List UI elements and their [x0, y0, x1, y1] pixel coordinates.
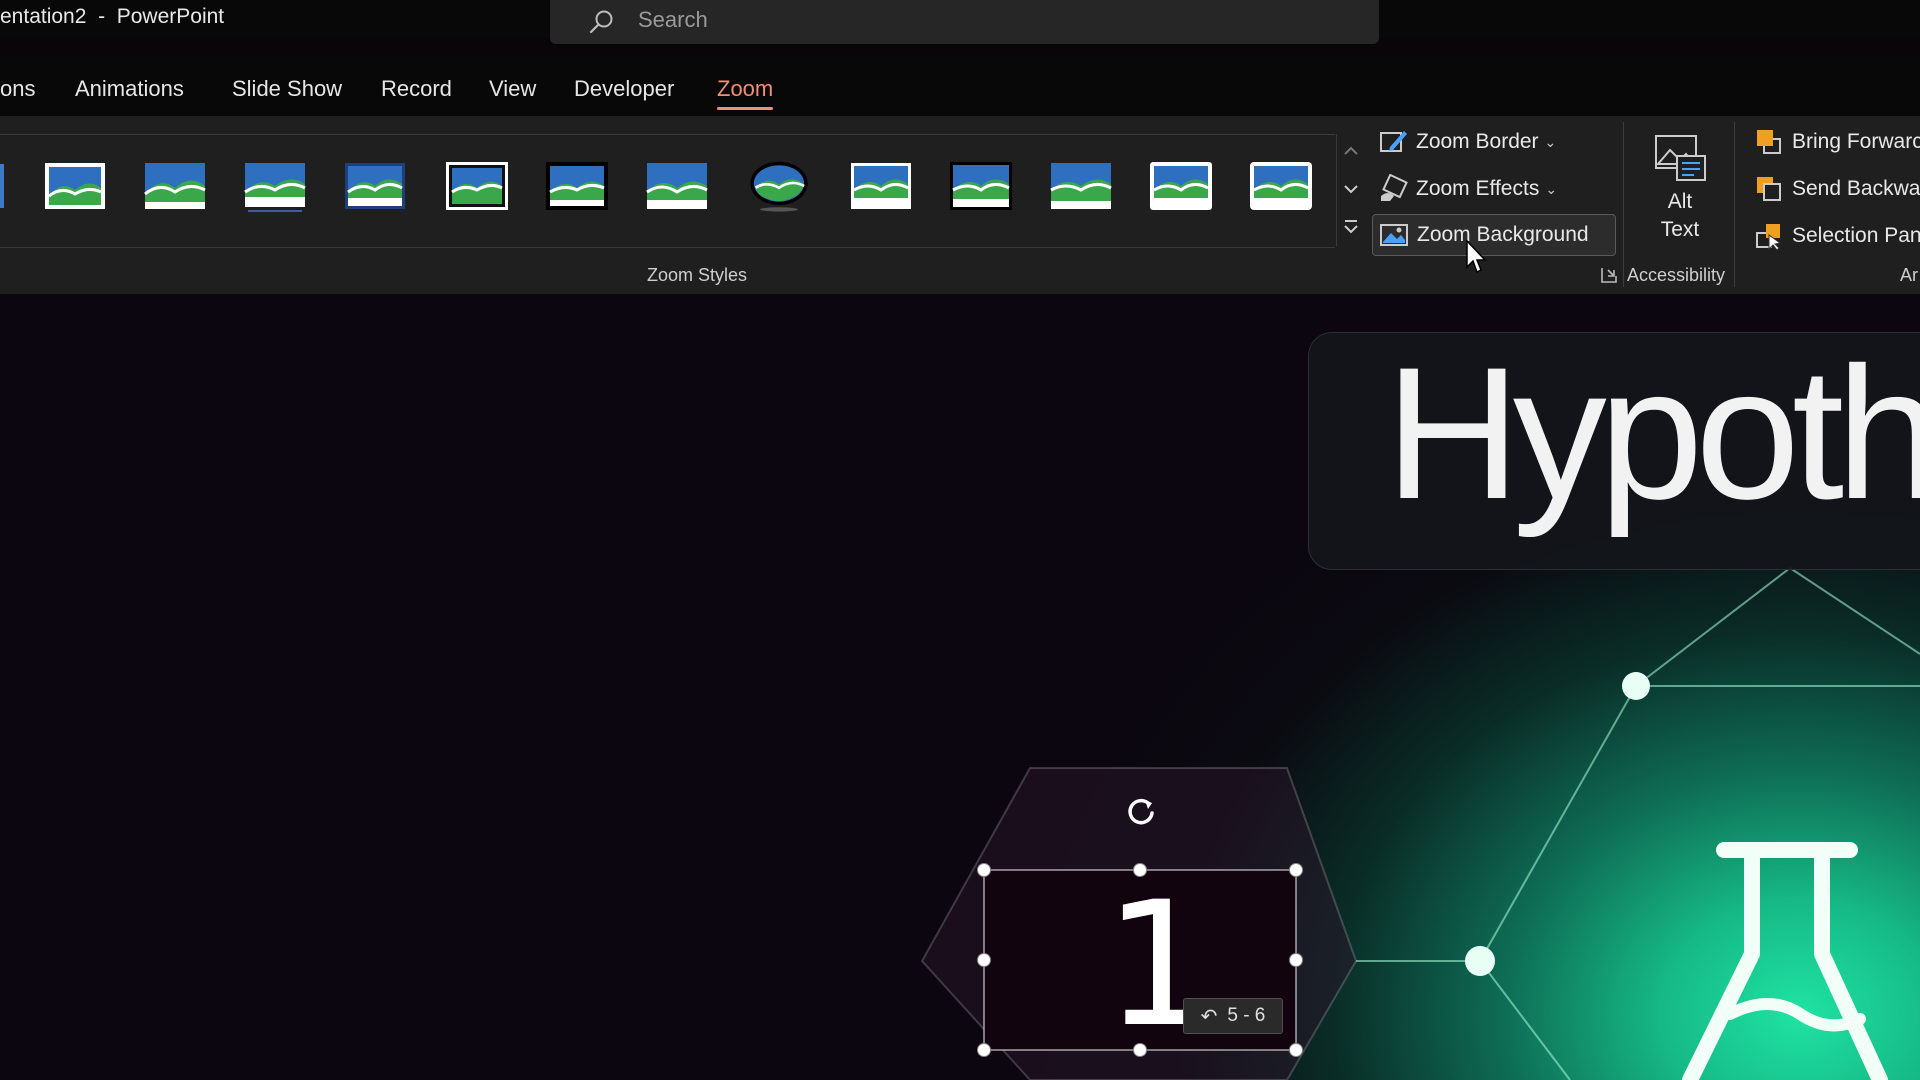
resize-handle-right[interactable]	[1289, 953, 1303, 967]
zoom-background-label: Zoom Background	[1417, 223, 1589, 246]
zoom-style-thumb[interactable]	[242, 160, 308, 212]
alt-text-label-line2: Text	[1660, 218, 1700, 241]
zoom-style-thumb[interactable]	[1048, 160, 1114, 212]
bring-forward-icon	[1757, 130, 1781, 154]
search-placeholder: Search	[638, 7, 708, 32]
active-tab-indicator	[717, 107, 774, 110]
zoom-effects-button[interactable]: Zoom Effects ⌄	[1378, 169, 1557, 209]
tab-animations[interactable]: Animations	[75, 76, 184, 102]
slide-canvas: Hypoth 1 ↶ 5 - 6	[0, 294, 1920, 1080]
tab-zoom-label: Zoom	[717, 76, 774, 101]
group-separator	[1734, 122, 1735, 287]
zoom-style-thumb[interactable]	[848, 160, 914, 212]
resize-handle-bottom[interactable]	[1133, 1043, 1147, 1057]
chevron-down-icon	[1344, 185, 1358, 194]
tab-record[interactable]: Record	[381, 76, 452, 102]
zoom-range-label: 5 - 6	[1227, 1005, 1266, 1026]
powerpoint-window: entation2 - PowerPoint Search ons Animat…	[0, 0, 1920, 1080]
tab-developer[interactable]: Developer	[574, 76, 674, 102]
zoom-style-thumb[interactable]	[42, 160, 108, 212]
return-arrow-icon: ↶	[1200, 1005, 1218, 1028]
search-icon	[589, 10, 613, 34]
zoom-effects-icon	[1381, 174, 1408, 201]
alt-text-icon	[1655, 135, 1706, 181]
alt-text-label-line1: Alt	[1667, 190, 1693, 213]
selection-pane-label: Selection Pane	[1792, 224, 1920, 247]
chevron-down-icon: ⌄	[1545, 180, 1558, 197]
zoom-style-thumb[interactable]	[948, 160, 1014, 212]
resize-handle-top-left[interactable]	[977, 863, 991, 877]
more-icon	[1344, 220, 1358, 234]
zoom-border-button[interactable]: Zoom Border ⌄	[1378, 122, 1556, 162]
network-lines	[1356, 566, 1920, 1080]
gallery-scroll-down[interactable]	[1337, 172, 1365, 206]
search-box[interactable]: Search	[550, 0, 1379, 44]
tab-view[interactable]: View	[489, 76, 536, 102]
selection-pane-icon	[1756, 224, 1782, 251]
zoom-style-thumb[interactable]	[142, 160, 208, 212]
resize-handle-top-right[interactable]	[1289, 863, 1303, 877]
zoom-style-thumb[interactable]	[0, 160, 6, 212]
send-backward-label: Send Backwar	[1792, 177, 1920, 200]
title-bar: entation2 - PowerPoint Search	[0, 0, 1920, 44]
zoom-style-thumb[interactable]	[544, 160, 610, 212]
ribbon: Zoom Styles Zoom Border ⌄ Zoom Effects ⌄	[0, 116, 1920, 295]
resize-handle-left[interactable]	[977, 953, 991, 967]
send-backward-icon	[1757, 177, 1781, 201]
title-placeholder[interactable]: Hypoth	[1308, 332, 1920, 570]
zoom-style-thumb[interactable]	[444, 160, 510, 212]
zoom-style-thumb[interactable]	[1248, 160, 1314, 212]
zoom-border-label: Zoom Border	[1416, 130, 1539, 153]
zoom-style-thumb[interactable]	[744, 160, 814, 212]
bring-forward-label: Bring Forwarc	[1792, 130, 1920, 153]
zoom-style-thumb[interactable]	[342, 160, 408, 212]
rotate-handle-icon[interactable]	[1124, 794, 1158, 828]
network-node	[1622, 672, 1650, 700]
dialog-launcher-icon[interactable]	[1600, 266, 1618, 284]
zoom-effects-label: Zoom Effects	[1416, 177, 1540, 200]
zoom-border-icon	[1380, 131, 1407, 152]
resize-handle-top[interactable]	[1133, 863, 1147, 877]
zoom-style-thumb[interactable]	[1148, 160, 1214, 212]
tab-zoom[interactable]: Zoom	[717, 76, 774, 110]
zoom-background-button[interactable]: Zoom Background	[1372, 214, 1616, 256]
slide-title: Hypoth	[1385, 328, 1920, 538]
zoom-background-icon	[1380, 224, 1408, 246]
gallery-more-button[interactable]	[1337, 210, 1365, 244]
window-title: entation2 - PowerPoint	[0, 5, 225, 28]
zoom-styles-group-label: Zoom Styles	[647, 265, 748, 285]
chevron-down-icon: ⌄	[1544, 133, 1557, 150]
tab-transitions[interactable]: ons	[0, 76, 35, 102]
zoom-range-badge[interactable]: ↶ 5 - 6	[1183, 998, 1283, 1034]
accessibility-group-label: Accessibility	[1627, 265, 1726, 285]
resize-handle-bottom-right[interactable]	[1289, 1043, 1303, 1057]
gallery-scroll-up[interactable]	[1337, 134, 1365, 168]
ribbon-tabs: ons Animations Slide Show Record View De…	[0, 56, 1920, 116]
group-separator	[1623, 122, 1624, 287]
network-node	[1465, 946, 1495, 976]
arrange-group-label: Ar	[1900, 265, 1918, 285]
zoom-style-thumb[interactable]	[644, 160, 710, 212]
tab-slide-show[interactable]: Slide Show	[232, 76, 342, 102]
selection-pane-button[interactable]: Selection Pane	[1754, 216, 1920, 256]
alt-text-button[interactable]: Alt Text	[1645, 132, 1715, 262]
send-backward-button[interactable]: Send Backwar	[1754, 169, 1920, 209]
chevron-up-icon	[1344, 146, 1358, 155]
gallery-scrollbar	[1336, 134, 1365, 246]
flask-icon	[1682, 842, 1888, 1080]
bring-forward-button[interactable]: Bring Forwarc	[1754, 122, 1920, 162]
resize-handle-bottom-left[interactable]	[977, 1043, 991, 1057]
